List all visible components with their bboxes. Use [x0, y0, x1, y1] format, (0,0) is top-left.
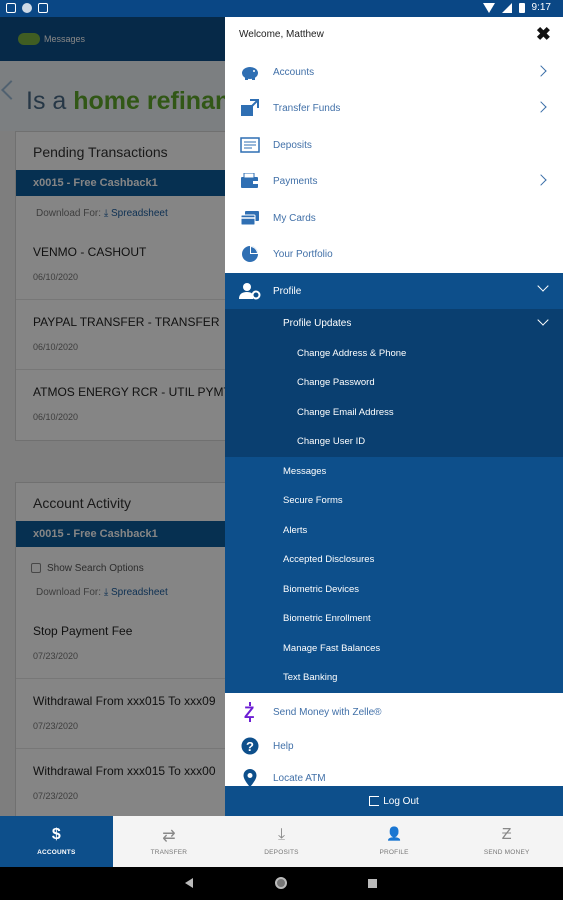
menu-item-your-portfolio[interactable]: Your Portfolio: [225, 236, 563, 272]
chevron-down-icon: [537, 314, 549, 326]
submenu-item-change-email[interactable]: Change Email Address: [297, 407, 394, 418]
menu-item-zelle[interactable]: Z Send Money with Zelle®: [225, 694, 563, 730]
tab-profile[interactable]: 👤 PROFILE: [338, 816, 451, 867]
close-icon[interactable]: ✖: [536, 24, 551, 44]
home-icon[interactable]: [275, 877, 287, 889]
dollar-icon: $: [51, 826, 61, 843]
logout-button[interactable]: Log Out: [225, 786, 563, 816]
transfer-icon: ⇄: [162, 828, 176, 845]
notification-icon: [22, 3, 32, 13]
tab-deposits[interactable]: ⤓ DEPOSITS: [225, 816, 338, 867]
wallet-icon: [239, 172, 261, 190]
chevron-down-icon: [537, 280, 549, 292]
tab-accounts[interactable]: $ ACCOUNTS: [0, 816, 113, 867]
logout-icon: [369, 796, 380, 806]
bottom-tab-bar: $ ACCOUNTS ⇄ TRANSFER ⤓ DEPOSITS 👤 PROFI…: [0, 816, 563, 867]
cards-icon: [239, 209, 261, 227]
menu-item-help[interactable]: ? Help: [225, 728, 563, 764]
status-bar: 9:17: [0, 0, 563, 17]
submenu-item-biometric-devices[interactable]: Biometric Devices: [283, 584, 359, 595]
submenu-item-alerts[interactable]: Alerts: [283, 525, 307, 536]
menu-item-accounts[interactable]: Accounts: [225, 54, 563, 90]
submenu-item-change-address[interactable]: Change Address & Phone: [297, 348, 406, 359]
status-time: 9:17: [531, 2, 551, 13]
menu-item-profile[interactable]: Profile: [225, 273, 563, 309]
svg-text:?: ?: [246, 739, 254, 754]
menu-item-payments[interactable]: Payments: [225, 163, 563, 199]
back-icon[interactable]: [185, 878, 193, 888]
piggy-bank-icon: [239, 63, 261, 81]
submenu-item-change-user-id[interactable]: Change User ID: [297, 436, 365, 447]
menu-item-my-cards[interactable]: My Cards: [225, 200, 563, 236]
notification-icon: [38, 3, 48, 13]
chevron-right-icon: [535, 101, 547, 113]
user-gear-icon: [239, 282, 261, 300]
navigation-drawer: Welcome, Matthew ✖ Accounts Transfer Fun…: [225, 17, 563, 816]
help-icon: ?: [239, 737, 261, 755]
user-icon: 👤: [385, 826, 403, 841]
battery-icon: [518, 2, 525, 13]
recent-apps-icon[interactable]: [368, 879, 377, 888]
check-deposit-icon: [239, 136, 261, 154]
system-nav-bar: [0, 867, 563, 900]
wifi-icon: [482, 2, 495, 13]
welcome-text: Welcome, Matthew: [239, 29, 324, 40]
notification-icon: [6, 3, 16, 13]
transfer-icon: [239, 99, 261, 117]
pie-chart-icon: [239, 245, 261, 263]
submenu-item-accepted-disclosures[interactable]: Accepted Disclosures: [283, 554, 374, 565]
zelle-icon: Z: [239, 702, 261, 722]
zelle-icon: Ƶ: [501, 826, 512, 843]
signal-icon: [501, 2, 512, 13]
menu-item-transfer-funds[interactable]: Transfer Funds: [225, 90, 563, 126]
submenu-item-manage-fast-balances[interactable]: Manage Fast Balances: [283, 643, 380, 654]
deposit-icon: ⤓: [277, 826, 286, 843]
chevron-right-icon: [535, 65, 547, 77]
submenu-item-messages[interactable]: Messages: [283, 466, 326, 477]
location-pin-icon: [239, 769, 261, 787]
submenu-item-secure-forms[interactable]: Secure Forms: [283, 495, 343, 506]
tab-send-money[interactable]: Ƶ SEND MONEY: [450, 816, 563, 867]
tab-transfer[interactable]: ⇄ TRANSFER: [113, 816, 226, 867]
menu-item-deposits[interactable]: Deposits: [225, 127, 563, 163]
submenu-item-text-banking[interactable]: Text Banking: [283, 672, 337, 683]
profile-items: Messages Secure Forms Alerts Accepted Di…: [225, 457, 563, 693]
profile-submenu: Profile Updates Change Address & Phone C…: [225, 309, 563, 457]
submenu-item-change-password[interactable]: Change Password: [297, 377, 375, 388]
submenu-profile-updates[interactable]: Profile Updates: [225, 309, 563, 339]
submenu-item-biometric-enrollment[interactable]: Biometric Enrollment: [283, 613, 371, 624]
chevron-right-icon: [535, 174, 547, 186]
